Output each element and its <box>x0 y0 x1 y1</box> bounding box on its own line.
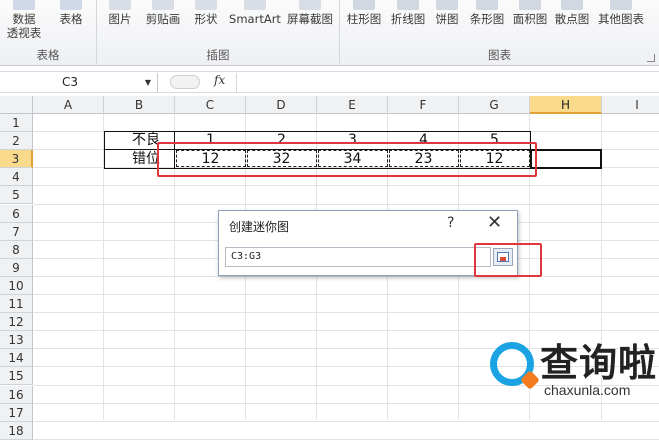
shapes-button[interactable]: 形状 <box>191 0 221 42</box>
pivot-table-button[interactable]: 数据 透视表 <box>4 0 44 42</box>
table-button[interactable]: 表格 <box>54 0 88 42</box>
column-header-e[interactable]: E <box>317 96 388 114</box>
ribbon: 数据 透视表 表格 表格 图片 剪贴画 形状 SmartArt 屏幕截图 插图 <box>0 0 659 66</box>
gridline <box>33 312 659 314</box>
table-icon <box>60 0 82 10</box>
insert-function-icon[interactable]: fx <box>214 73 225 87</box>
column-chart-button[interactable]: 柱形图 <box>344 0 384 42</box>
highlight-range <box>157 142 537 177</box>
column-header-a[interactable]: A <box>33 96 104 114</box>
create-sparklines-dialog: 创建迷你图 ? ✕ C3:G3 <box>218 210 518 276</box>
row-header-3[interactable]: 3 <box>0 150 33 169</box>
clipart-button[interactable]: 剪贴画 <box>143 0 183 42</box>
dialog-launcher-icon[interactable] <box>647 54 655 62</box>
gridline <box>33 275 659 277</box>
column-header-d[interactable]: D <box>246 96 317 114</box>
row-header-9[interactable]: 9 <box>0 258 33 277</box>
pivot-table-icon <box>13 0 35 10</box>
logo-tail <box>520 370 540 390</box>
column-header-b[interactable]: B <box>104 96 175 114</box>
chevron-down-icon[interactable]: ▼ <box>145 73 151 92</box>
column-header-h[interactable]: H <box>530 96 602 114</box>
bar-chart-icon <box>476 0 498 10</box>
clipart-icon <box>152 0 174 10</box>
picture-icon <box>109 0 131 10</box>
watermark-logo-icon <box>490 342 540 390</box>
bar-chart-button[interactable]: 条形图 <box>466 0 508 42</box>
area-chart-button[interactable]: 面积图 <box>510 0 550 42</box>
shapes-icon <box>195 0 217 10</box>
screenshot-button[interactable]: 屏幕截图 <box>285 0 335 42</box>
gridline <box>33 203 659 205</box>
smartart-button[interactable]: SmartArt <box>229 0 281 42</box>
name-box[interactable]: C3 ▼ <box>0 73 158 92</box>
row-header-12[interactable]: 12 <box>0 313 33 332</box>
formula-input[interactable] <box>236 73 659 92</box>
row-header-18[interactable]: 18 <box>0 421 33 440</box>
highlight-picker <box>474 243 542 277</box>
gridline <box>33 420 659 422</box>
row-header-6[interactable]: 6 <box>0 204 33 223</box>
row-header-17[interactable]: 17 <box>0 403 33 422</box>
select-all-corner[interactable] <box>0 96 33 114</box>
data-range-input[interactable]: C3:G3 <box>225 247 491 267</box>
pie-chart-button[interactable]: 饼图 <box>432 0 462 42</box>
line-chart-icon <box>397 0 419 10</box>
smartart-icon <box>244 0 266 10</box>
group-label-charts: 图表 <box>488 48 511 62</box>
scatter-chart-icon <box>561 0 583 10</box>
column-header-c[interactable]: C <box>175 96 246 114</box>
column-header-f[interactable]: F <box>388 96 459 114</box>
other-charts-icon <box>610 0 632 10</box>
row-header-10[interactable]: 10 <box>0 276 33 295</box>
ribbon-group-charts: 柱形图 折线图 饼图 条形图 面积图 散点图 其他图表 图表 <box>340 0 659 66</box>
row-header-14[interactable]: 14 <box>0 349 33 368</box>
close-icon[interactable]: ✕ <box>487 212 502 233</box>
row-header-1[interactable]: 1 <box>0 114 33 132</box>
pie-chart-icon <box>436 0 458 10</box>
help-icon[interactable]: ? <box>447 215 454 231</box>
other-charts-button[interactable]: 其他图表 <box>594 0 648 42</box>
line-chart-button[interactable]: 折线图 <box>388 0 428 42</box>
row-header-15[interactable]: 15 <box>0 367 33 386</box>
watermark: 查询啦 chaxunla.com <box>484 330 659 420</box>
gridline <box>33 185 659 187</box>
row-header-4[interactable]: 4 <box>0 168 33 187</box>
row-header-11[interactable]: 11 <box>0 295 33 313</box>
watermark-text: 查询啦 <box>540 341 658 385</box>
formula-bar-splitter[interactable] <box>170 75 200 89</box>
column-header-i[interactable]: I <box>602 96 659 114</box>
picture-button[interactable]: 图片 <box>105 0 135 42</box>
formula-bar: C3 ▼ fx <box>0 71 659 93</box>
gridline <box>33 294 659 295</box>
row-header-8[interactable]: 8 <box>0 240 33 259</box>
row-header-5[interactable]: 5 <box>0 186 33 205</box>
ribbon-group-illustrations: 图片 剪贴画 形状 SmartArt 屏幕截图 插图 <box>97 0 340 66</box>
screenshot-icon <box>299 0 321 10</box>
area-chart-icon <box>519 0 541 10</box>
active-cell[interactable] <box>530 149 602 169</box>
column-chart-icon <box>353 0 375 10</box>
watermark-domain: chaxunla.com <box>544 382 631 398</box>
dialog-title: 创建迷你图 <box>229 220 290 234</box>
scatter-chart-button[interactable]: 散点图 <box>552 0 592 42</box>
row-header-13[interactable]: 13 <box>0 331 33 350</box>
group-label-illustrations: 插图 <box>206 48 230 62</box>
row-header-2[interactable]: 2 <box>0 132 33 151</box>
group-label-tables: 表格 <box>36 48 60 62</box>
row-header-7[interactable]: 7 <box>0 222 33 241</box>
row-header-16[interactable]: 16 <box>0 385 33 404</box>
column-header-g[interactable]: G <box>459 96 530 114</box>
ribbon-group-tables: 数据 透视表 表格 表格 <box>0 0 97 66</box>
